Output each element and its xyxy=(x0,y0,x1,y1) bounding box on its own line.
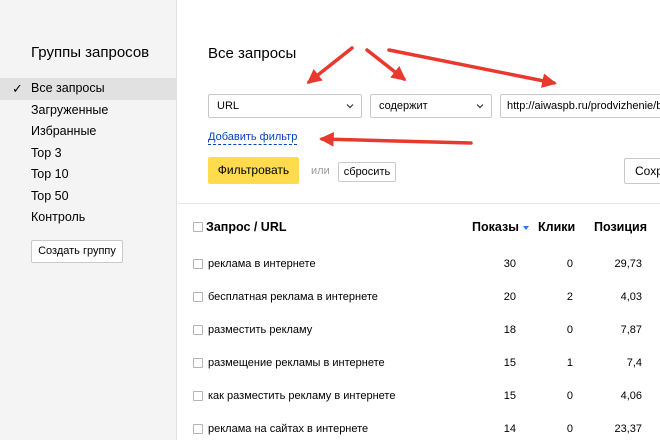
row-checkbox[interactable] xyxy=(193,325,203,335)
sort-desc-icon xyxy=(522,225,529,230)
select-all-checkbox[interactable] xyxy=(193,222,203,232)
row-checkbox[interactable] xyxy=(193,424,203,434)
sidebar-item-label: Top 10 xyxy=(31,167,69,181)
table-row: размещение рекламы в интернете 15 1 7,4 xyxy=(178,347,660,380)
row-checkbox[interactable] xyxy=(193,358,203,368)
sidebar: Группы запросов ✓ Все запросы Загруженны… xyxy=(0,0,177,440)
add-filter-link[interactable]: Добавить фильтр xyxy=(208,131,298,145)
row-position: 4,03 xyxy=(620,291,642,303)
queries-table: Запрос / URL Показы Клики Позиция реклам… xyxy=(178,204,660,440)
row-shows: 30 xyxy=(503,258,516,270)
reset-filter-button[interactable]: сбросить xyxy=(338,162,396,182)
filter-condition-select[interactable]: содержит xyxy=(370,94,492,118)
row-shows: 15 xyxy=(503,390,516,402)
row-position: 23,37 xyxy=(614,423,642,435)
row-shows: 15 xyxy=(503,357,516,369)
filter-value-input[interactable]: http://aiwaspb.ru/prodvizhenie/besplatna… xyxy=(500,94,660,118)
column-header-position[interactable]: Позиция xyxy=(594,220,647,234)
sidebar-item-top10[interactable]: Top 10 xyxy=(0,164,177,186)
row-clicks: 2 xyxy=(566,291,573,303)
row-clicks: 0 xyxy=(566,423,573,435)
table-row: разместить рекламу 18 0 7,87 xyxy=(178,314,660,347)
filter-field-value: URL xyxy=(217,100,240,112)
row-position: 7,87 xyxy=(620,324,642,336)
row-query: как разместить рекламу в интернете xyxy=(208,390,396,402)
row-clicks: 1 xyxy=(566,357,573,369)
column-header-shows-label: Показы xyxy=(472,220,519,234)
table-row: реклама на сайтах в интернете 14 0 23,37 xyxy=(178,413,660,440)
column-header-shows[interactable]: Показы xyxy=(472,220,529,234)
arrow-to-field-select xyxy=(306,46,354,84)
chevron-down-icon xyxy=(476,104,484,109)
row-query: реклама в интернете xyxy=(208,258,316,270)
sidebar-item-top50[interactable]: Top 50 xyxy=(0,186,177,208)
sidebar-item-top3[interactable]: Top 3 xyxy=(0,143,177,165)
row-query: размещение рекламы в интернете xyxy=(208,357,385,369)
create-group-button[interactable]: Создать группу xyxy=(31,240,123,263)
sidebar-item-label: Контроль xyxy=(31,210,86,224)
row-clicks: 0 xyxy=(566,258,573,270)
column-header-clicks[interactable]: Клики xyxy=(538,220,575,234)
sidebar-title: Группы запросов xyxy=(31,44,150,61)
row-clicks: 0 xyxy=(566,324,573,336)
arrow-to-condition-select xyxy=(365,48,407,81)
table-row: реклама в интернете 30 0 29,73 xyxy=(178,248,660,281)
sidebar-item-label: Все запросы xyxy=(31,81,105,95)
apply-filter-button[interactable]: Фильтровать xyxy=(208,157,299,184)
row-checkbox[interactable] xyxy=(193,391,203,401)
row-checkbox[interactable] xyxy=(193,292,203,302)
row-query: бесплатная реклама в интернете xyxy=(208,291,378,303)
row-shows: 14 xyxy=(503,423,516,435)
sidebar-item-label: Top 50 xyxy=(31,188,69,203)
row-shows: 18 xyxy=(503,324,516,336)
row-position: 29,73 xyxy=(614,258,642,270)
arrow-to-value-input xyxy=(387,48,557,88)
column-header-query[interactable]: Запрос / URL xyxy=(206,220,287,234)
sidebar-item-label: Top 3 xyxy=(31,145,62,160)
sidebar-item-label: Загруженные xyxy=(31,102,109,117)
filter-field-select[interactable]: URL xyxy=(208,94,362,118)
table-row: как разместить рекламу в интернете 15 0 … xyxy=(178,380,660,413)
sidebar-item-favorites[interactable]: Избранные xyxy=(0,121,177,143)
or-label: или xyxy=(311,165,330,177)
row-shows: 20 xyxy=(503,291,516,303)
sidebar-item-uploaded[interactable]: Загруженные xyxy=(0,100,177,122)
row-query: реклама на сайтах в интернете xyxy=(208,423,369,435)
row-position: 7,4 xyxy=(626,357,642,369)
checkmark-icon: ✓ xyxy=(12,81,23,96)
row-checkbox[interactable] xyxy=(193,259,203,269)
sidebar-item-label: Избранные xyxy=(31,124,97,138)
page-title: Все запросы xyxy=(208,45,297,62)
sidebar-item-all-queries[interactable]: ✓ Все запросы xyxy=(0,78,177,100)
row-clicks: 0 xyxy=(566,390,573,402)
row-position: 4,06 xyxy=(620,390,642,402)
chevron-down-icon xyxy=(346,104,354,109)
arrow-to-add-filter xyxy=(319,131,473,147)
sidebar-list: ✓ Все запросы Загруженные Избранные Top … xyxy=(0,78,177,229)
save-filter-button[interactable]: Сохранить xyxy=(624,158,660,184)
table-row: бесплатная реклама в интернете 20 2 4,03 xyxy=(178,281,660,314)
sidebar-item-control[interactable]: Контроль xyxy=(0,207,177,229)
row-query: разместить рекламу xyxy=(208,324,313,336)
table-header: Запрос / URL Показы Клики Позиция xyxy=(178,204,660,248)
filter-condition-value: содержит xyxy=(379,100,428,112)
